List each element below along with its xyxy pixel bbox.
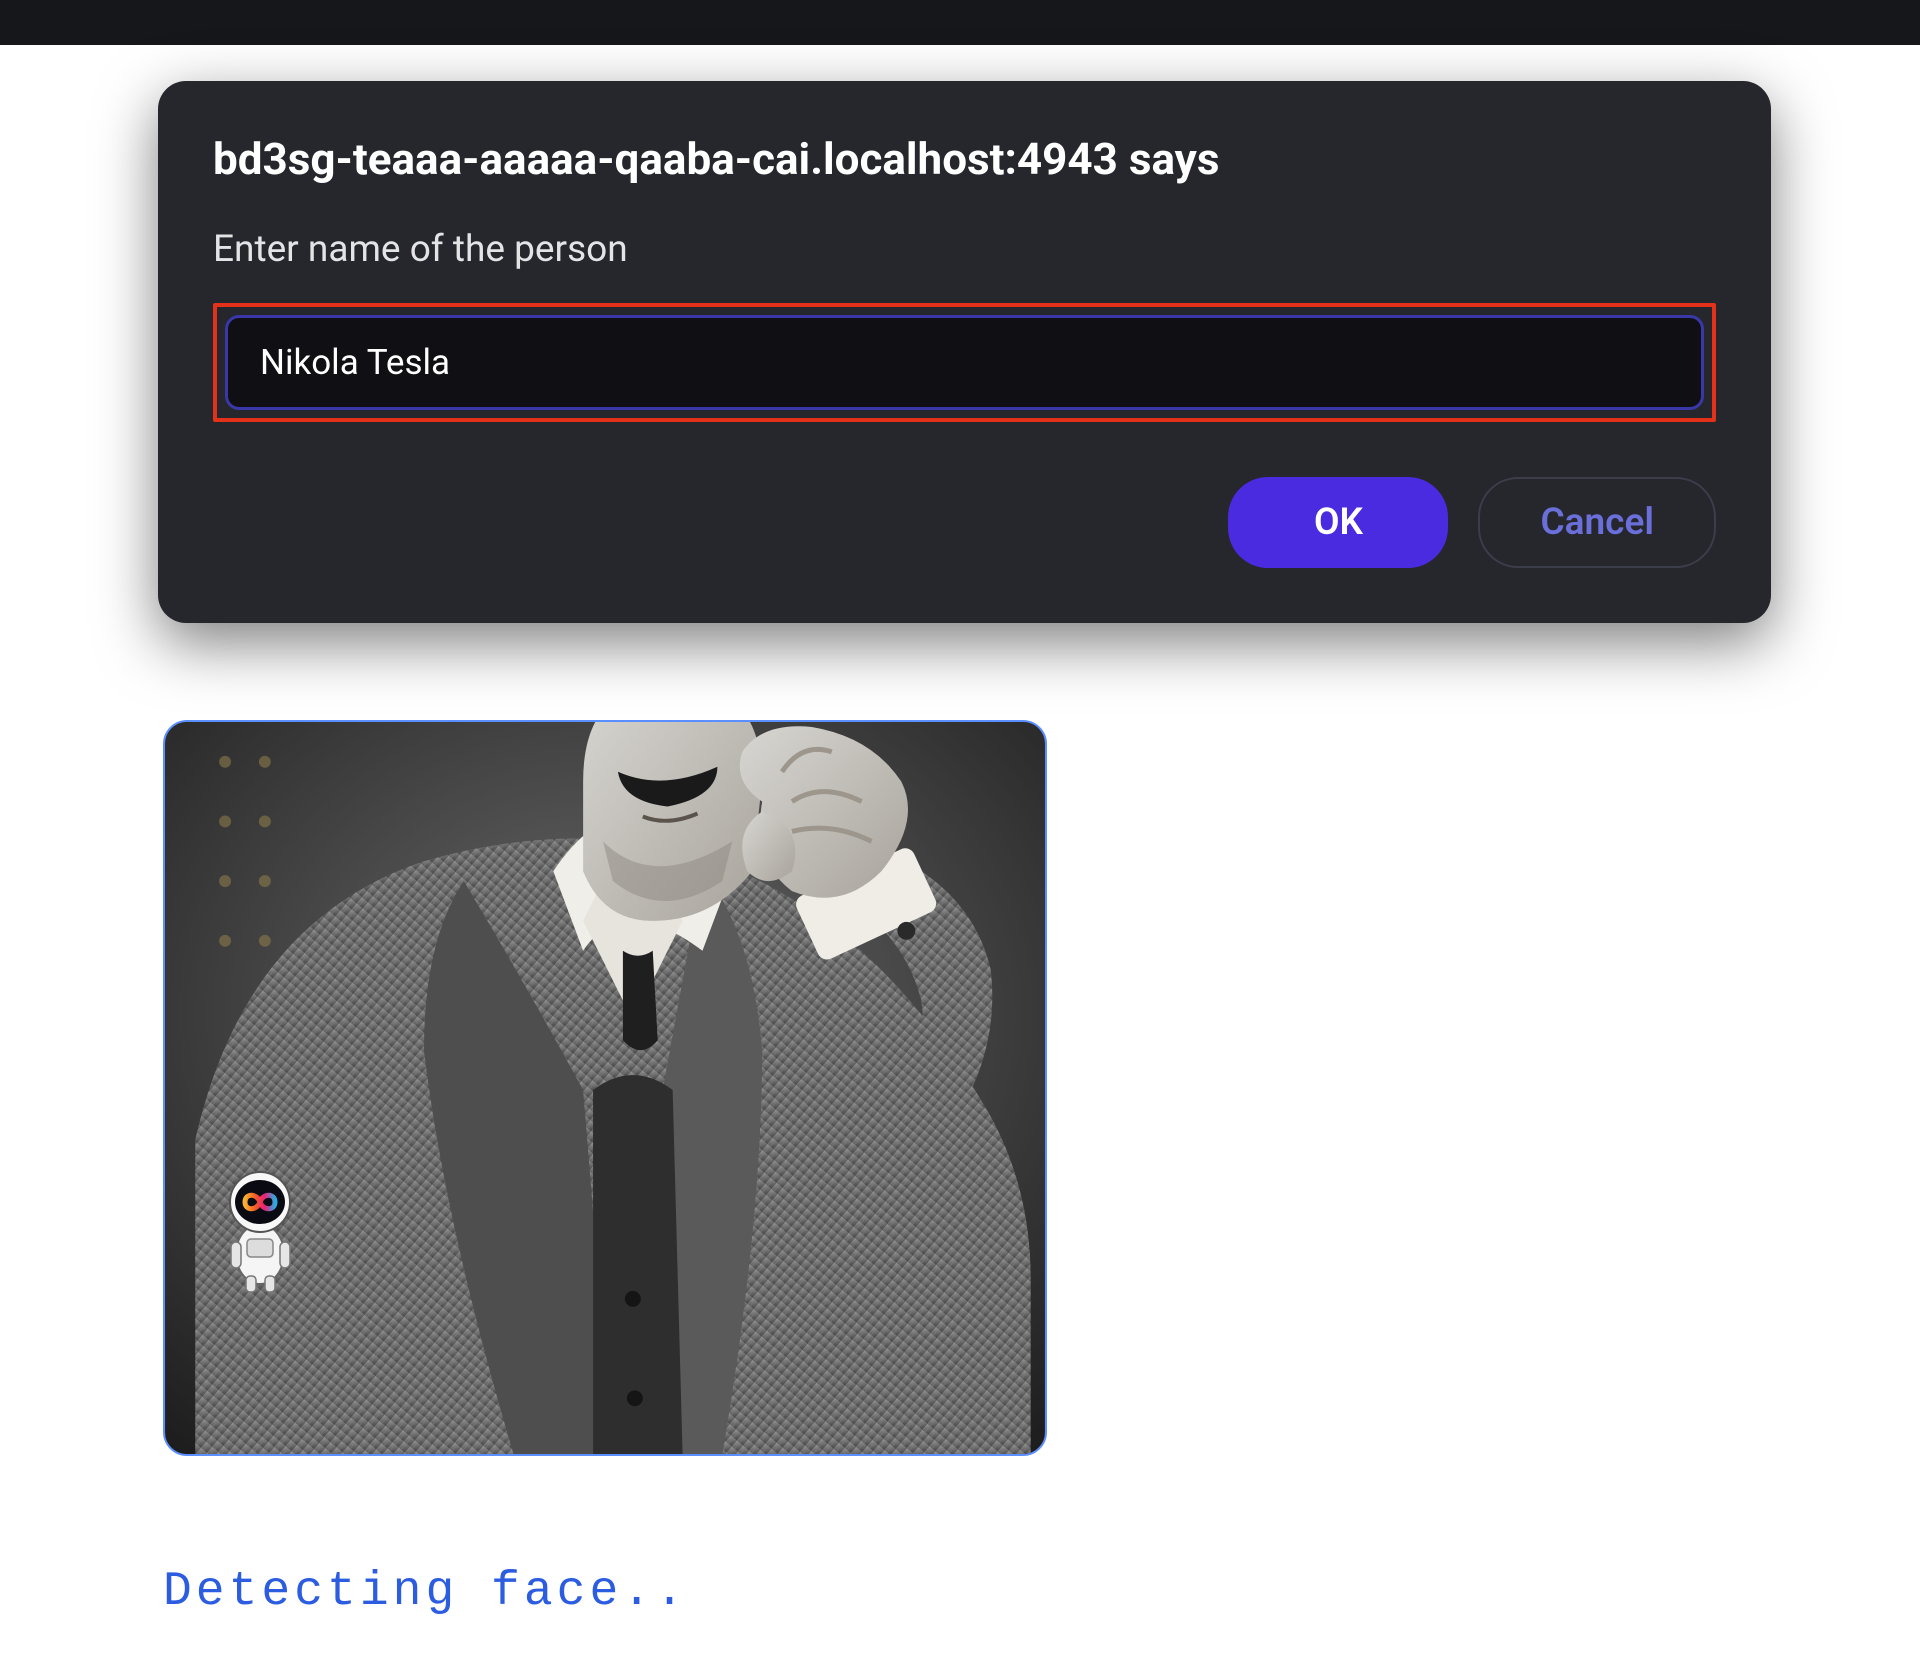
dialog-button-row: OK Cancel — [213, 477, 1716, 568]
ok-button[interactable]: OK — [1228, 477, 1448, 568]
robot-mascot-icon — [213, 1164, 308, 1294]
status-text: Detecting face.. — [163, 1565, 688, 1619]
name-input[interactable] — [225, 315, 1704, 410]
dialog-title: bd3sg-teaaa-aaaaa-qaaba-cai.localhost:49… — [213, 131, 1716, 188]
browser-top-bar — [0, 0, 1920, 45]
cancel-button[interactable]: Cancel — [1478, 477, 1716, 568]
portrait-image — [165, 722, 1045, 1454]
dialog-prompt: Enter name of the person — [213, 228, 1716, 271]
prompt-dialog: bd3sg-teaaa-aaaaa-qaaba-cai.localhost:49… — [158, 81, 1771, 623]
uploaded-image — [163, 720, 1047, 1456]
input-highlight-frame — [213, 303, 1716, 422]
